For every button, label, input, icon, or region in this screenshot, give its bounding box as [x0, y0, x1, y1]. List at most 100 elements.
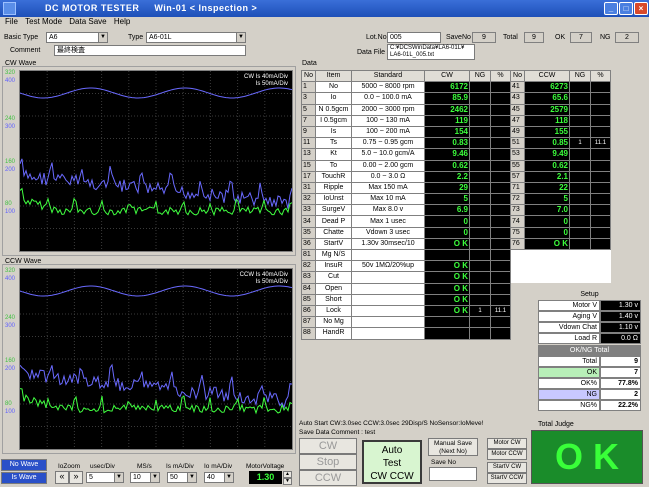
cell-std: 100 ~ 200 mA	[351, 125, 425, 139]
total-judge-label: Total Judge	[538, 421, 574, 428]
cell-item: HandR	[315, 327, 352, 340]
menu-data-save[interactable]: Data Save	[69, 17, 106, 26]
cell-no: 1	[301, 81, 316, 94]
setup-key: Motor V	[538, 300, 600, 311]
io-ma-div-select[interactable]: 40 ▼	[204, 472, 234, 483]
column-header: NG	[469, 69, 491, 83]
cell-no: 88	[301, 327, 316, 340]
chevron-down-icon: ▼	[187, 473, 196, 482]
chevron-down-icon: ▼	[98, 33, 107, 42]
total-key: OK%	[538, 378, 600, 389]
lotno-field[interactable]: 005	[387, 32, 441, 43]
close-button[interactable]: ×	[634, 2, 648, 15]
cell-pct2	[590, 193, 611, 206]
setup-value: 1.30 v	[600, 300, 641, 311]
is-ma-div-label: Is mA/Div	[166, 463, 194, 470]
menu-test-mode[interactable]: Test Mode	[25, 17, 62, 26]
cell-ng	[469, 226, 491, 239]
maximize-button[interactable]: □	[619, 2, 633, 15]
is-wave-button[interactable]: Is Wave	[1, 472, 47, 484]
cell-pct2	[590, 226, 611, 239]
cell-ng	[469, 114, 491, 127]
y-label: 80	[5, 201, 12, 207]
cell-ng	[469, 125, 491, 139]
menu-file[interactable]: File	[5, 17, 18, 26]
table-row: 9 Is 100 ~ 200 mA 154 49 155	[301, 125, 611, 139]
total-key: Total	[538, 356, 600, 367]
table-row: 32 IoUnst Max 10 mA 5 72 5	[301, 193, 611, 206]
cell-cw: 0.83	[424, 137, 470, 150]
cell-ng	[469, 260, 491, 273]
auto-test-button[interactable]: Auto Test CW CCW	[362, 440, 422, 484]
table-row: 82 InsuR 50v 1MΩ/20%up O K	[301, 260, 611, 273]
total-row: NG 2	[538, 389, 641, 400]
cell-cw: 2462	[424, 103, 470, 116]
table-row: 36 StartV 1.30v 30msec/10 O K 76 O K	[301, 237, 611, 251]
cell-cw: O K	[424, 282, 470, 295]
cell-ng	[469, 92, 491, 105]
voltage-up-icon[interactable]: ▲	[283, 471, 292, 478]
cell-pct	[490, 137, 511, 150]
ms-s-select[interactable]: 10 ▼	[130, 472, 160, 483]
cell-pct2	[590, 170, 611, 183]
cell-pct	[490, 114, 511, 127]
menu-help[interactable]: Help	[114, 17, 130, 26]
save-no-input[interactable]	[429, 467, 477, 481]
cell-item: Is	[315, 125, 352, 139]
table-row: 13 Kt 5.0 ~ 10.0 gcm/A 9.46 53 9.49	[301, 148, 611, 161]
column-header: %	[490, 69, 511, 83]
motor-ccw-button[interactable]: Motor CCW	[487, 449, 527, 460]
cell-ccw: 2.1	[524, 170, 570, 183]
cell-std: 0.0 ~ 100.0 mA	[351, 92, 425, 105]
table-row: 7I 0.5gcm 100 ~ 130 mA 119 47 118	[301, 114, 611, 127]
zoom-in-button[interactable]: »	[69, 471, 83, 484]
stop-button[interactable]: Stop	[299, 454, 357, 470]
cell-ng	[469, 148, 491, 161]
table-row: 17 TouchR 0.0 ~ 3.0 Ω 2.2 57 2.1	[301, 170, 611, 183]
cell-ng	[469, 282, 491, 295]
total-judge-result: O K	[531, 430, 643, 484]
data-title: Data	[301, 60, 318, 67]
cell-item: Short	[315, 293, 352, 306]
usec-div-label: usec/Div	[90, 463, 115, 470]
cell-pct	[490, 282, 511, 295]
startv-ccw-button[interactable]: StartV CCW	[487, 473, 527, 484]
y-label: 240	[5, 315, 16, 321]
is-ma-div-select[interactable]: 50 ▼	[167, 472, 197, 483]
motor-cw-button[interactable]: Motor CW	[487, 438, 527, 449]
cell-pct2	[590, 92, 611, 105]
minimize-button[interactable]: _	[604, 2, 618, 15]
cell-ng	[469, 204, 491, 217]
table-row: 83 Cut O K	[301, 271, 611, 284]
total-value: 9	[524, 32, 544, 43]
startv-cw-button[interactable]: StartV CW	[487, 462, 527, 473]
zoom-out-button[interactable]: «	[55, 471, 69, 484]
no-wave-button[interactable]: No Wave	[1, 459, 47, 471]
type-select[interactable]: A6-01L ▼	[146, 32, 246, 43]
basic-type-select[interactable]: A6 ▼	[46, 32, 108, 43]
cell-ccw: 7.0	[524, 204, 570, 217]
cell-std: Max 1 usec	[351, 215, 425, 228]
cell-pct2	[590, 204, 611, 217]
manual-save-button[interactable]: Manual Save (Next No)	[428, 438, 478, 456]
cell-item: Ts	[315, 137, 352, 150]
cell-pct2	[590, 181, 611, 195]
y-label: 320	[5, 70, 16, 76]
cell-std	[351, 327, 425, 340]
setup-key: Vdown Chat	[538, 322, 600, 333]
cell-std	[351, 248, 425, 262]
cw-button[interactable]: CW	[299, 438, 357, 454]
datafile-path: C:¥DCSWinData¥LA6-01L¥ LA6-01L_005.txt	[387, 44, 475, 60]
cell-pct2	[590, 237, 611, 251]
cell-item: Open	[315, 282, 352, 295]
ccw-button[interactable]: CCW	[299, 470, 357, 486]
voltage-down-icon[interactable]: ▼	[283, 478, 292, 485]
cell-pct	[490, 215, 511, 228]
cell-cw: 5	[424, 193, 470, 206]
cell-no2: 75	[510, 226, 525, 239]
comment-field[interactable]: 最終検査	[54, 45, 246, 56]
column-header: NG	[569, 69, 591, 83]
total-label: Total	[503, 34, 518, 41]
usec-div-select[interactable]: 5 ▼	[86, 472, 124, 483]
cell-ng2	[569, 215, 591, 228]
